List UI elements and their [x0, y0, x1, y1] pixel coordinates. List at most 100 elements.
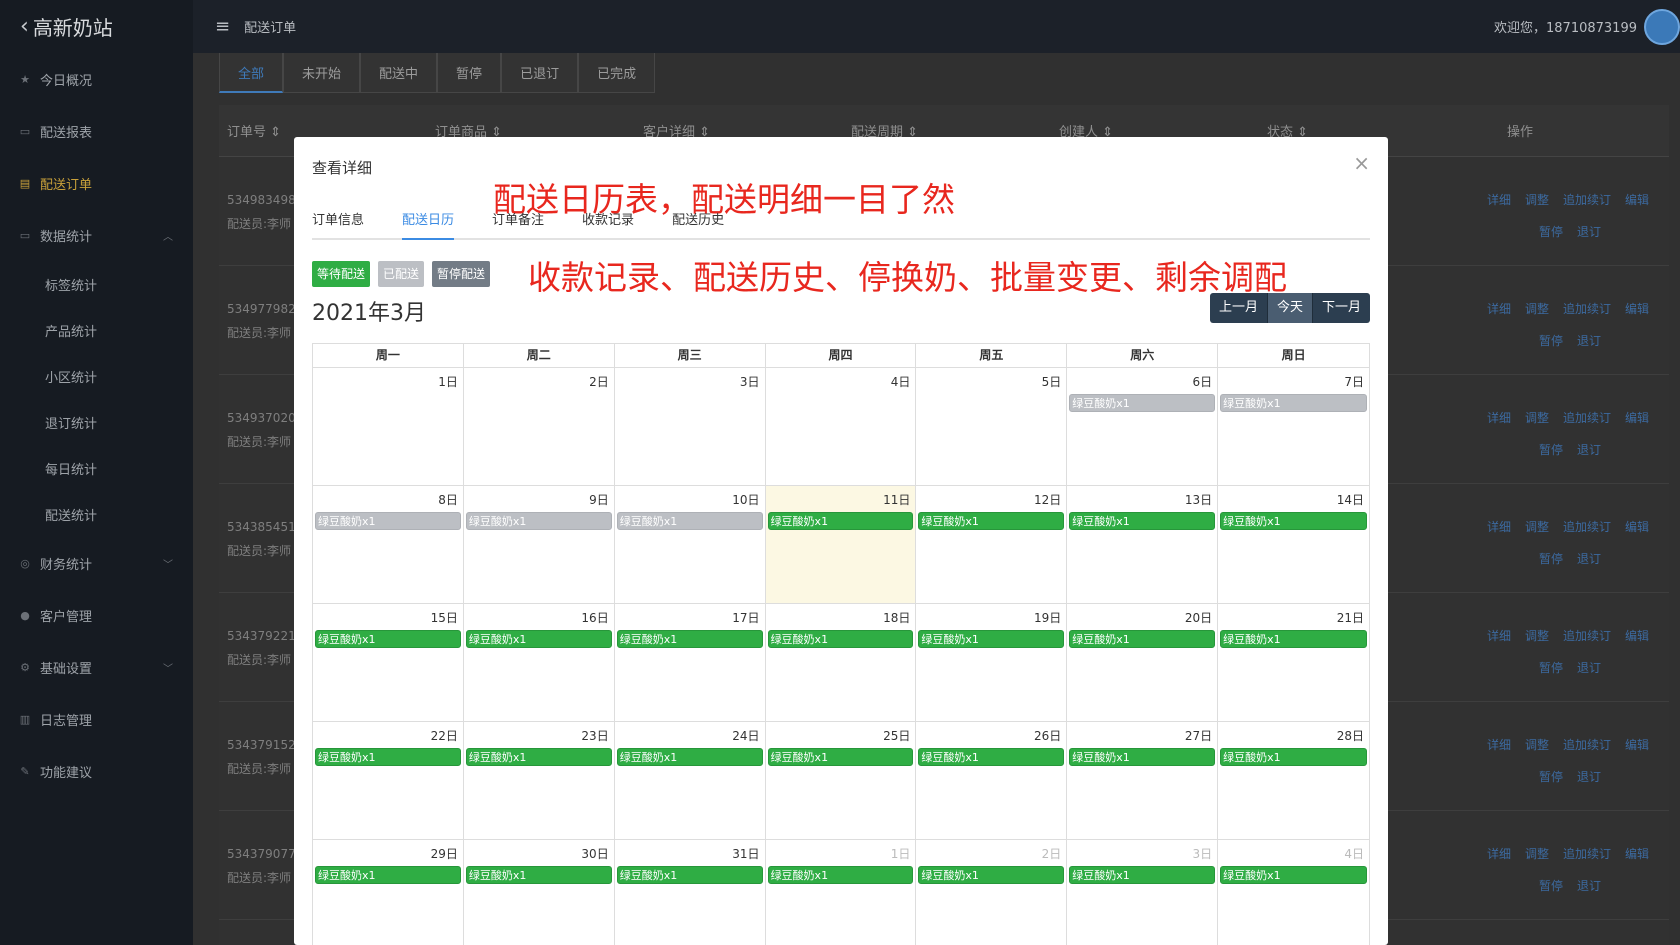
delivery-event[interactable]: 绿豆酸奶x1: [616, 512, 763, 530]
edit-link[interactable]: 编辑: [1625, 518, 1649, 535]
avatar[interactable]: [1644, 9, 1680, 45]
tab-payment-records[interactable]: 收款记录: [582, 211, 634, 240]
delivery-event[interactable]: 绿豆酸奶x1: [1069, 394, 1216, 412]
adjust-link[interactable]: 调整: [1525, 736, 1549, 753]
calendar-day-cell[interactable]: 22日 绿豆酸奶x1: [313, 722, 464, 840]
delivery-event[interactable]: 绿豆酸奶x1: [767, 630, 914, 648]
delivery-event[interactable]: 绿豆酸奶x1: [918, 512, 1065, 530]
tab-unsubscribed[interactable]: 已退订: [501, 53, 579, 93]
calendar-day-cell[interactable]: 23日 绿豆酸奶x1: [463, 722, 615, 840]
delivery-event[interactable]: 绿豆酸奶x1: [315, 748, 461, 766]
sidebar-item-customers[interactable]: ● 客户管理: [0, 589, 193, 641]
delivery-event[interactable]: 绿豆酸奶x1: [767, 866, 914, 884]
tab-delivering[interactable]: 配送中: [360, 53, 438, 93]
calendar-day-cell[interactable]: 25日 绿豆酸奶x1: [765, 722, 917, 840]
calendar-day-cell[interactable]: 15日 绿豆酸奶x1: [313, 604, 464, 722]
delivery-event[interactable]: 绿豆酸奶x1: [1069, 748, 1216, 766]
tab-paused[interactable]: 暂停: [437, 53, 502, 93]
renew-link[interactable]: 追加续订: [1563, 627, 1611, 644]
calendar-day-cell[interactable]: 11日 绿豆酸奶x1: [765, 486, 917, 604]
calendar-day-cell[interactable]: 26日 绿豆酸奶x1: [916, 722, 1068, 840]
detail-link[interactable]: 详细: [1487, 300, 1511, 317]
delivery-event[interactable]: 绿豆酸奶x1: [1069, 630, 1216, 648]
tab-all[interactable]: 全部: [219, 53, 284, 93]
sidebar-item-delivery-report[interactable]: ▭ 配送报表: [0, 105, 193, 157]
pause-link[interactable]: 暂停: [1539, 550, 1563, 567]
sidebar-sub-tag-stats[interactable]: 标签统计: [0, 261, 193, 307]
calendar-day-cell[interactable]: 31日 绿豆酸奶x1: [615, 840, 766, 945]
today-button[interactable]: 今天: [1267, 293, 1313, 323]
calendar-day-cell[interactable]: 3日 绿豆酸奶x1: [1067, 840, 1219, 945]
sidebar-sub-daily-stats[interactable]: 每日统计: [0, 445, 193, 491]
unsubscribe-link[interactable]: 退订: [1577, 550, 1601, 567]
unsubscribe-link[interactable]: 退订: [1577, 441, 1601, 458]
renew-link[interactable]: 追加续订: [1563, 191, 1611, 208]
adjust-link[interactable]: 调整: [1525, 627, 1549, 644]
delivery-event[interactable]: 绿豆酸奶x1: [1220, 512, 1367, 530]
brand-back-link[interactable]: ‹ 高新奶站: [0, 0, 193, 53]
close-icon[interactable]: ×: [1353, 151, 1370, 175]
calendar-day-cell[interactable]: 4日: [765, 368, 917, 486]
calendar-day-cell[interactable]: 6日 绿豆酸奶x1: [1067, 368, 1219, 486]
delivery-event[interactable]: 绿豆酸奶x1: [1069, 512, 1216, 530]
delivery-event[interactable]: 绿豆酸奶x1: [465, 512, 612, 530]
calendar-day-cell[interactable]: 18日 绿豆酸奶x1: [765, 604, 917, 722]
calendar-day-cell[interactable]: 1日: [313, 368, 464, 486]
prev-month-button[interactable]: 上一月: [1209, 293, 1268, 323]
sidebar-item-feedback[interactable]: ✎ 功能建议: [0, 745, 193, 797]
calendar-day-cell[interactable]: 5日: [916, 368, 1068, 486]
detail-link[interactable]: 详细: [1487, 191, 1511, 208]
sidebar-item-finance[interactable]: ◎ 财务统计 ﹀: [0, 537, 193, 589]
calendar-day-cell[interactable]: 21日 绿豆酸奶x1: [1218, 604, 1369, 722]
pause-link[interactable]: 暂停: [1539, 223, 1563, 240]
hamburger-menu-icon[interactable]: ≡: [215, 16, 230, 37]
calendar-day-cell[interactable]: 30日 绿豆酸奶x1: [464, 840, 615, 945]
edit-link[interactable]: 编辑: [1625, 191, 1649, 208]
unsubscribe-link[interactable]: 退订: [1577, 332, 1601, 349]
delivery-event[interactable]: 绿豆酸奶x1: [767, 748, 914, 766]
edit-link[interactable]: 编辑: [1625, 845, 1649, 862]
adjust-link[interactable]: 调整: [1525, 191, 1549, 208]
adjust-link[interactable]: 调整: [1525, 409, 1549, 426]
sidebar-item-logs[interactable]: ▥ 日志管理: [0, 693, 193, 745]
sidebar-sub-area-stats[interactable]: 小区统计: [0, 353, 193, 399]
calendar-day-cell[interactable]: 13日 绿豆酸奶x1: [1067, 486, 1219, 604]
sidebar-sub-unsubscribe-stats[interactable]: 退订统计: [0, 399, 193, 445]
detail-link[interactable]: 详细: [1487, 627, 1511, 644]
edit-link[interactable]: 编辑: [1625, 736, 1649, 753]
detail-link[interactable]: 详细: [1487, 845, 1511, 862]
sidebar-item-delivery-orders[interactable]: ▤ 配送订单: [0, 157, 193, 209]
delivery-event[interactable]: 绿豆酸奶x1: [918, 748, 1065, 766]
calendar-day-cell[interactable]: 8日 绿豆酸奶x1: [313, 486, 464, 604]
delivery-event[interactable]: 绿豆酸奶x1: [465, 866, 612, 884]
next-month-button[interactable]: 下一月: [1312, 293, 1370, 323]
calendar-day-cell[interactable]: 9日 绿豆酸奶x1: [463, 486, 615, 604]
chevron-left-icon[interactable]: ‹: [20, 14, 29, 39]
delivery-event[interactable]: 绿豆酸奶x1: [616, 630, 763, 648]
calendar-day-cell[interactable]: 7日 绿豆酸奶x1: [1218, 368, 1369, 486]
delivery-event[interactable]: 绿豆酸奶x1: [616, 748, 763, 766]
calendar-day-cell[interactable]: 14日 绿豆酸奶x1: [1218, 486, 1369, 604]
calendar-day-cell[interactable]: 2日: [463, 368, 615, 486]
delivery-event[interactable]: 绿豆酸奶x1: [918, 630, 1065, 648]
tab-delivery-calendar[interactable]: 配送日历: [402, 211, 455, 240]
delivery-event[interactable]: 绿豆酸奶x1: [315, 512, 461, 530]
edit-link[interactable]: 编辑: [1625, 409, 1649, 426]
calendar-day-cell[interactable]: 29日 绿豆酸奶x1: [313, 840, 464, 945]
adjust-link[interactable]: 调整: [1525, 518, 1549, 535]
adjust-link[interactable]: 调整: [1525, 845, 1549, 862]
calendar-day-cell[interactable]: 19日 绿豆酸奶x1: [916, 604, 1068, 722]
delivery-event[interactable]: 绿豆酸奶x1: [918, 866, 1065, 884]
delivery-event[interactable]: 绿豆酸奶x1: [616, 866, 763, 884]
sidebar-item-data-stats[interactable]: ▭ 数据统计 ︿: [0, 209, 193, 261]
sidebar-sub-delivery-stats[interactable]: 配送统计: [0, 491, 193, 537]
calendar-day-cell[interactable]: 1日 绿豆酸奶x1: [766, 840, 917, 945]
calendar-day-cell[interactable]: 4日 绿豆酸奶x1: [1218, 840, 1369, 945]
delivery-event[interactable]: 绿豆酸奶x1: [1220, 748, 1367, 766]
welcome-user[interactable]: 欢迎您，18710873199: [1494, 17, 1637, 36]
detail-link[interactable]: 详细: [1487, 409, 1511, 426]
pause-link[interactable]: 暂停: [1539, 659, 1563, 676]
pause-link[interactable]: 暂停: [1539, 768, 1563, 785]
delivery-event[interactable]: 绿豆酸奶x1: [465, 630, 612, 648]
tab-order-notes[interactable]: 订单备注: [492, 211, 544, 240]
